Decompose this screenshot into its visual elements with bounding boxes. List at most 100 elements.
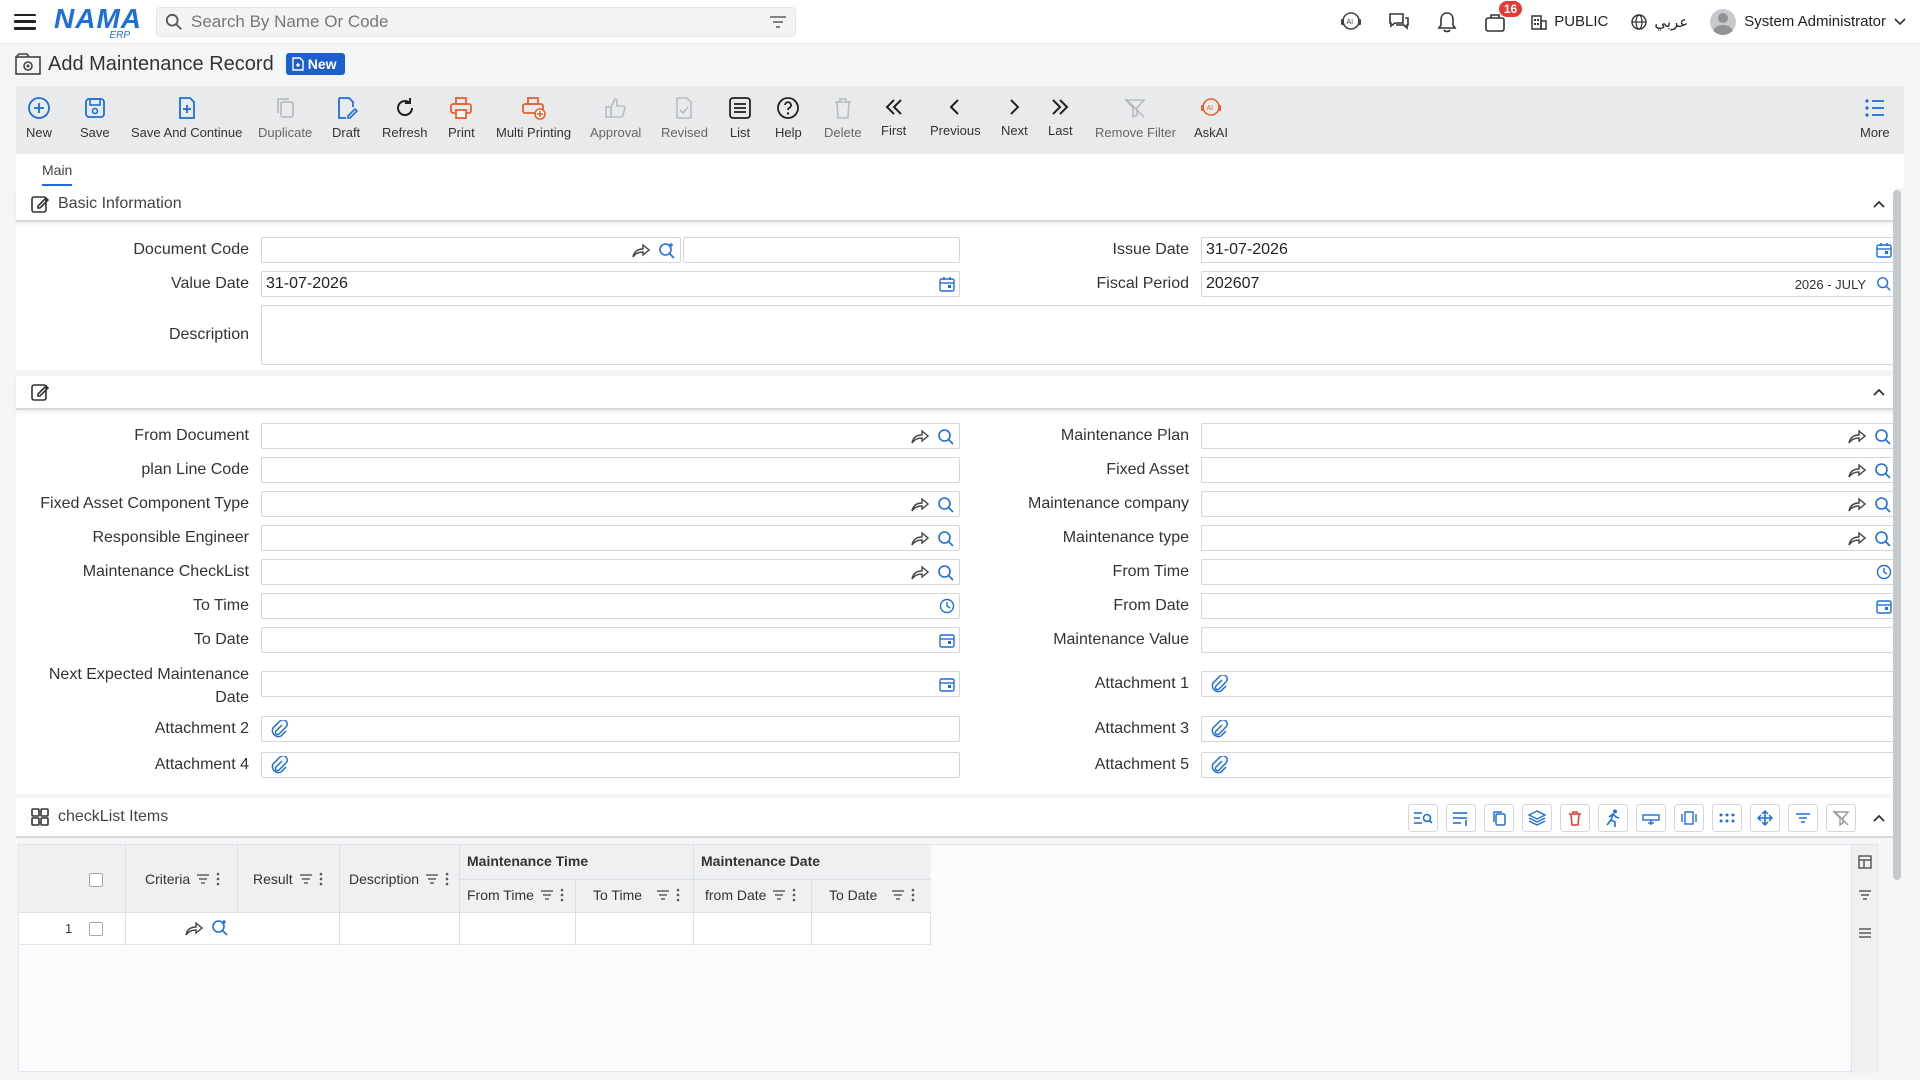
remove-filter-button[interactable]: Remove Filter bbox=[1095, 96, 1176, 140]
calendar-icon[interactable] bbox=[939, 276, 955, 292]
share-icon[interactable] bbox=[911, 497, 929, 513]
to-time-field[interactable] bbox=[261, 593, 960, 619]
grid-filter-button[interactable] bbox=[1788, 804, 1818, 832]
search-plus-icon[interactable] bbox=[1876, 276, 1892, 292]
grid-add-row-button[interactable] bbox=[1446, 804, 1476, 832]
row-checkbox[interactable] bbox=[89, 922, 103, 936]
calendar-icon[interactable] bbox=[939, 676, 955, 692]
basic-info-header[interactable]: Basic Information bbox=[16, 188, 1896, 222]
filter-icon[interactable] bbox=[769, 14, 787, 30]
column-criteria[interactable]: Criteria bbox=[145, 871, 220, 887]
ai-assistant-icon[interactable]: AI bbox=[1338, 9, 1364, 35]
document-code-name-field[interactable] bbox=[683, 237, 960, 263]
fixed-asset-component-type-field[interactable] bbox=[261, 491, 960, 517]
next-expected-maintenance-date-field[interactable] bbox=[261, 671, 960, 697]
fiscal-period-field[interactable]: 202607 2026 - JULY bbox=[1201, 271, 1897, 297]
menu-icon[interactable] bbox=[14, 13, 36, 30]
kebab-icon[interactable] bbox=[676, 888, 680, 902]
save-and-continue-button[interactable]: Save And Continue bbox=[131, 96, 242, 140]
grid-remove-filter-button[interactable] bbox=[1826, 804, 1856, 832]
attachment-5-field[interactable] bbox=[1201, 752, 1897, 778]
grid-expand-button[interactable] bbox=[1674, 804, 1704, 832]
last-button[interactable]: Last bbox=[1048, 96, 1073, 138]
previous-button[interactable]: Previous bbox=[930, 96, 981, 138]
from-time-field[interactable] bbox=[1201, 559, 1897, 585]
search-plus-icon[interactable] bbox=[1874, 462, 1892, 480]
calendar-icon[interactable] bbox=[1876, 242, 1892, 258]
multi-printing-button[interactable]: Multi Printing bbox=[496, 96, 571, 140]
share-icon[interactable] bbox=[1848, 497, 1866, 513]
filter-icon[interactable] bbox=[540, 889, 554, 901]
fixed-asset-field[interactable] bbox=[1201, 457, 1897, 483]
delete-button[interactable]: Delete bbox=[824, 96, 862, 140]
save-button[interactable]: Save bbox=[80, 96, 110, 140]
bell-icon[interactable] bbox=[1434, 9, 1460, 35]
duplicate-button[interactable]: Duplicate bbox=[258, 96, 312, 140]
from-date-field[interactable] bbox=[1201, 593, 1897, 619]
clock-icon[interactable] bbox=[1876, 564, 1892, 580]
tasks-icon[interactable]: 16 bbox=[1482, 0, 1523, 35]
search-plus-icon[interactable] bbox=[1874, 496, 1892, 514]
kebab-icon[interactable] bbox=[560, 888, 564, 902]
search-plus-icon[interactable] bbox=[937, 496, 955, 514]
maintenance-company-field[interactable] bbox=[1201, 491, 1897, 517]
calendar-icon[interactable] bbox=[1876, 598, 1892, 614]
chevron-up-icon[interactable] bbox=[1872, 197, 1886, 211]
user-menu[interactable]: System Administrator bbox=[1710, 8, 1906, 35]
share-icon[interactable] bbox=[1848, 531, 1866, 547]
filter-icon[interactable] bbox=[891, 889, 905, 901]
grid-layers-button[interactable] bbox=[1522, 804, 1552, 832]
list-button[interactable]: List bbox=[728, 96, 752, 140]
filter-icon[interactable] bbox=[425, 873, 439, 885]
share-icon[interactable] bbox=[1848, 463, 1866, 479]
search-plus-icon[interactable] bbox=[937, 530, 955, 548]
paperclip-icon[interactable] bbox=[1210, 756, 1228, 774]
share-icon[interactable] bbox=[185, 921, 203, 937]
filter-icon[interactable] bbox=[196, 873, 210, 885]
kebab-icon[interactable] bbox=[445, 872, 449, 886]
chat-icon[interactable] bbox=[1386, 9, 1412, 35]
plan-line-code-field[interactable] bbox=[261, 457, 960, 483]
first-button[interactable]: First bbox=[881, 96, 906, 138]
filter-icon[interactable] bbox=[772, 889, 786, 901]
revised-button[interactable]: Revised bbox=[661, 96, 708, 140]
chevron-up-icon[interactable] bbox=[1872, 811, 1886, 825]
column-from-time[interactable]: From Time bbox=[467, 887, 564, 903]
search-plus-icon[interactable] bbox=[937, 564, 955, 582]
maintenance-value-field[interactable] bbox=[1201, 627, 1897, 653]
refresh-button[interactable]: Refresh bbox=[382, 96, 428, 140]
attachment-1-field[interactable] bbox=[1201, 671, 1897, 697]
attachment-2-field[interactable] bbox=[261, 716, 960, 742]
calendar-icon[interactable] bbox=[939, 632, 955, 648]
grid-delete-button[interactable] bbox=[1560, 804, 1590, 832]
column-to-time[interactable]: To Time bbox=[593, 887, 680, 903]
from-document-field[interactable] bbox=[261, 423, 960, 449]
print-button[interactable]: Print bbox=[448, 96, 475, 140]
kebab-icon[interactable] bbox=[792, 888, 796, 902]
maintenance-plan-field[interactable] bbox=[1201, 423, 1897, 449]
share-icon[interactable] bbox=[632, 243, 650, 259]
column-description[interactable]: Description bbox=[349, 871, 449, 887]
grid-copy-button[interactable] bbox=[1484, 804, 1514, 832]
filter-icon[interactable] bbox=[1858, 889, 1872, 901]
grid-move-button[interactable] bbox=[1750, 804, 1780, 832]
column-from-date[interactable]: from Date bbox=[705, 887, 796, 903]
share-icon[interactable] bbox=[1848, 429, 1866, 445]
tab-main[interactable]: Main bbox=[42, 162, 73, 186]
language-switch[interactable]: عربي bbox=[1630, 13, 1688, 31]
chevron-up-icon[interactable] bbox=[1872, 385, 1886, 399]
maintenance-checklist-field[interactable] bbox=[261, 559, 960, 585]
paperclip-icon[interactable] bbox=[270, 720, 288, 738]
page-scrollbar[interactable] bbox=[1893, 190, 1901, 880]
kebab-icon[interactable] bbox=[319, 872, 323, 886]
more-button[interactable]: More bbox=[1860, 96, 1890, 140]
column-to-date[interactable]: To Date bbox=[829, 887, 915, 903]
details-header[interactable] bbox=[16, 376, 1896, 410]
next-button[interactable]: Next bbox=[1001, 96, 1028, 138]
draft-button[interactable]: Draft bbox=[332, 96, 360, 140]
filter-icon[interactable] bbox=[299, 873, 313, 885]
column-result[interactable]: Result bbox=[253, 871, 323, 887]
select-all-checkbox[interactable] bbox=[89, 873, 103, 887]
grid-insert-row-button[interactable] bbox=[1636, 804, 1666, 832]
kebab-icon[interactable] bbox=[216, 872, 220, 886]
